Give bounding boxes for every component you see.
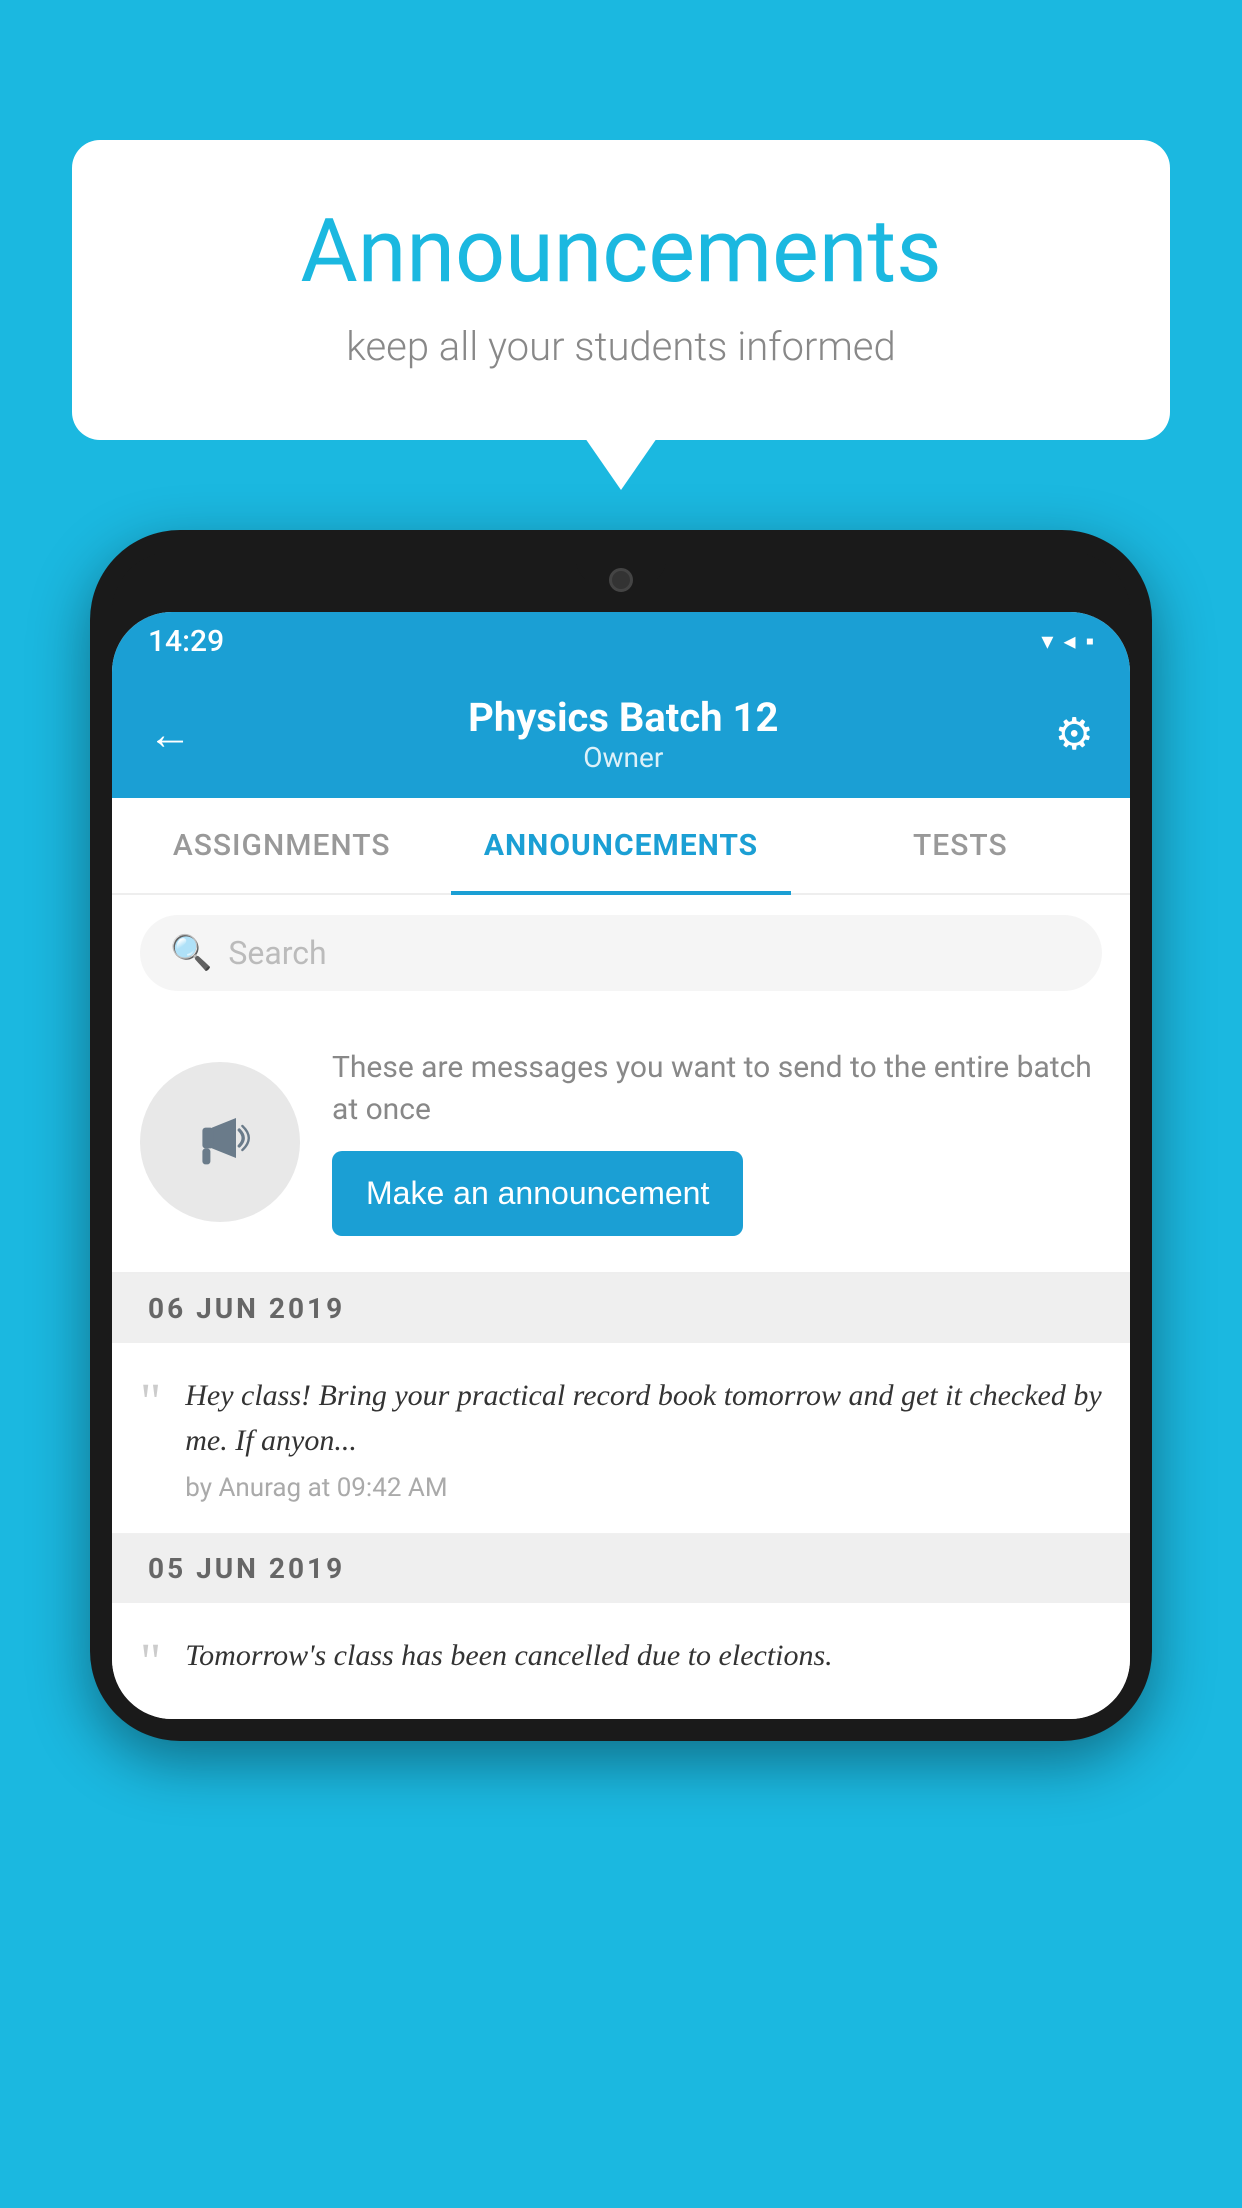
message-text-2: Tomorrow's class has been cancelled due …	[185, 1633, 1102, 1678]
message-item-1[interactable]: " Hey class! Bring your practical record…	[112, 1343, 1130, 1534]
phone-camera	[609, 568, 633, 592]
message-text-1: Hey class! Bring your practical record b…	[185, 1373, 1102, 1463]
search-icon: 🔍	[170, 933, 212, 973]
message-meta-1: by Anurag at 09:42 AM	[185, 1473, 1102, 1503]
search-bar: 🔍 Search	[112, 895, 1130, 1011]
message-item-2[interactable]: " Tomorrow's class has been cancelled du…	[112, 1603, 1130, 1719]
announcement-cta-desc: These are messages you want to send to t…	[332, 1047, 1102, 1131]
phone-notch-area	[112, 552, 1130, 612]
date-label-1: 06 JUN 2019	[148, 1292, 345, 1325]
announcement-cta-section: These are messages you want to send to t…	[112, 1011, 1130, 1274]
status-bar: 14:29 ▾ ◂ ▪	[112, 612, 1130, 670]
back-button[interactable]: ←	[148, 708, 192, 760]
date-separator-1: 06 JUN 2019	[112, 1274, 1130, 1343]
megaphone-icon	[180, 1102, 260, 1182]
battery-icon: ▪	[1085, 627, 1094, 656]
message-content-1: Hey class! Bring your practical record b…	[185, 1373, 1102, 1503]
wifi-icon: ▾	[1041, 627, 1053, 655]
signal-icon: ◂	[1063, 627, 1075, 655]
bubble-subtitle: keep all your students informed	[132, 323, 1110, 370]
tab-tests[interactable]: TESTS	[791, 798, 1130, 893]
tab-announcements[interactable]: ANNOUNCEMENTS	[451, 798, 790, 893]
bubble-title: Announcements	[132, 200, 1110, 303]
tab-assignments[interactable]: ASSIGNMENTS	[112, 798, 451, 893]
search-input-wrap[interactable]: 🔍 Search	[140, 915, 1102, 991]
speech-bubble-container: Announcements keep all your students inf…	[72, 140, 1170, 440]
announcement-icon-circle	[140, 1062, 300, 1222]
header-title-area: Physics Batch 12 Owner	[468, 694, 778, 774]
phone-body: 14:29 ▾ ◂ ▪ ← Physics Batch 12 Owner ⚙	[90, 530, 1152, 1741]
make-announcement-button[interactable]: Make an announcement	[332, 1151, 743, 1236]
quote-icon-1: "	[140, 1377, 161, 1429]
batch-subtitle: Owner	[468, 741, 778, 774]
settings-gear-icon[interactable]: ⚙	[1055, 708, 1094, 760]
quote-icon-2: "	[140, 1637, 161, 1689]
app-header: ← Physics Batch 12 Owner ⚙	[112, 670, 1130, 798]
announcement-cta-text: These are messages you want to send to t…	[332, 1047, 1102, 1236]
status-icons: ▾ ◂ ▪	[1041, 627, 1094, 656]
speech-bubble: Announcements keep all your students inf…	[72, 140, 1170, 440]
batch-title: Physics Batch 12	[468, 694, 778, 741]
phone-screen: 14:29 ▾ ◂ ▪ ← Physics Batch 12 Owner ⚙	[112, 612, 1130, 1719]
search-placeholder-text: Search	[228, 934, 326, 972]
date-separator-2: 05 JUN 2019	[112, 1534, 1130, 1603]
phone-wrapper: 14:29 ▾ ◂ ▪ ← Physics Batch 12 Owner ⚙	[90, 530, 1152, 1741]
status-time: 14:29	[148, 624, 224, 659]
date-label-2: 05 JUN 2019	[148, 1552, 345, 1585]
message-content-2: Tomorrow's class has been cancelled due …	[185, 1633, 1102, 1678]
tab-bar: ASSIGNMENTS ANNOUNCEMENTS TESTS	[112, 798, 1130, 895]
